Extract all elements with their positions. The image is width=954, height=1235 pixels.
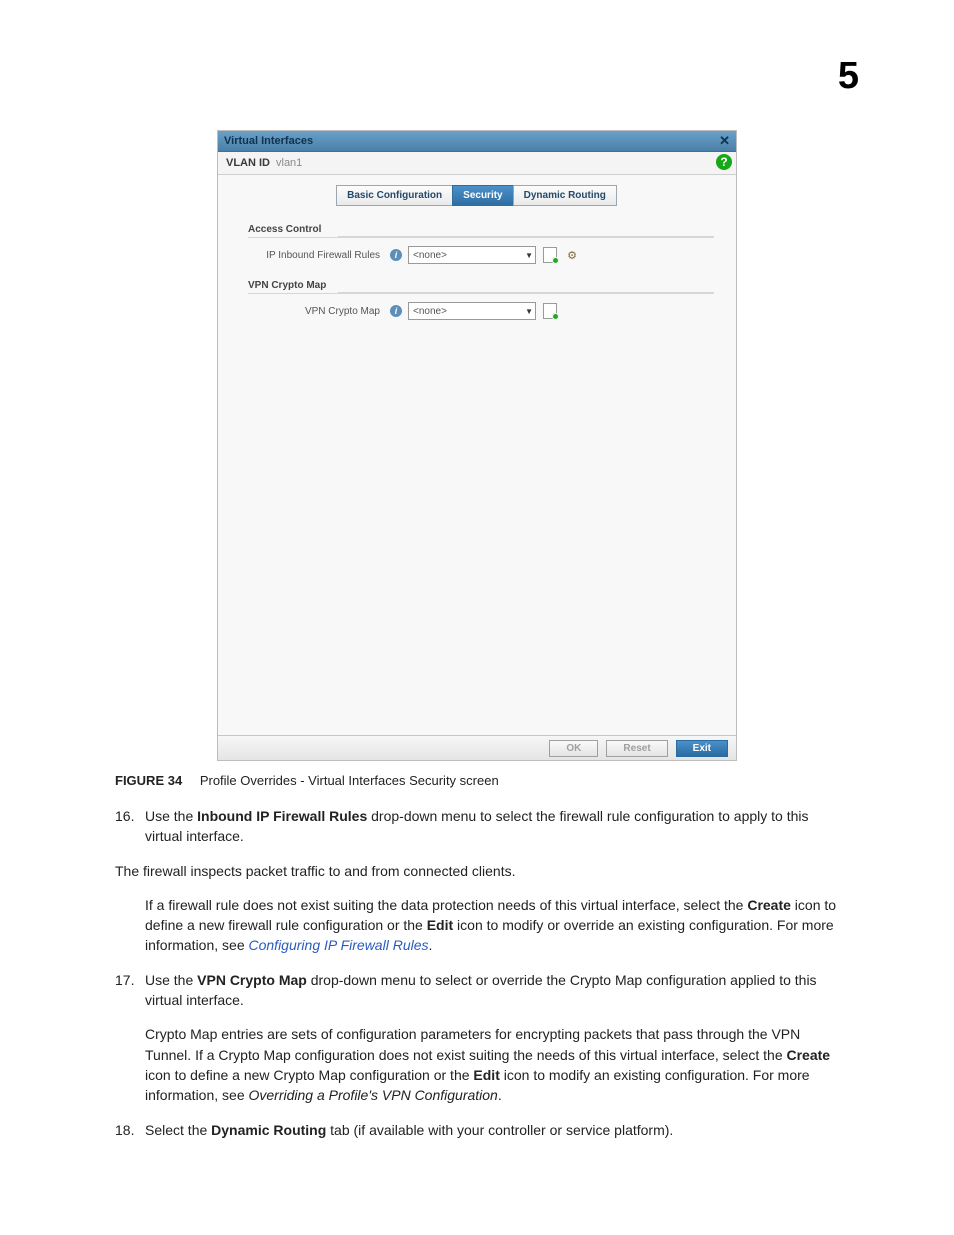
section-vpn-crypto-map: VPN Crypto Map VPN Crypto Map i <none> ▼ [248, 280, 714, 320]
reset-button[interactable]: Reset [606, 740, 667, 757]
vlan-id-label: VLAN ID [226, 157, 270, 169]
step-16-text: Use the Inbound IP Firewall Rules drop-d… [145, 806, 839, 847]
label-ip-inbound-firewall: IP Inbound Firewall Rules [260, 250, 384, 261]
window-titlebar: Virtual Interfaces ✕ [218, 131, 736, 152]
tab-basic-configuration[interactable]: Basic Configuration [336, 185, 453, 206]
tab-dynamic-routing[interactable]: Dynamic Routing [513, 185, 617, 206]
step-number-18: 18. [115, 1120, 145, 1140]
info-icon[interactable]: i [390, 305, 402, 317]
section-access-control: Access Control IP Inbound Firewall Rules… [248, 224, 714, 264]
step-18-text: Select the Dynamic Routing tab (if avail… [145, 1120, 839, 1140]
virtual-interfaces-window: Virtual Interfaces ✕ VLAN ID vlan1 ? Bas… [217, 130, 737, 761]
help-icon[interactable]: ? [716, 154, 732, 170]
window-footer: OK Reset Exit [218, 735, 736, 760]
label-vpn-crypto-map: VPN Crypto Map [260, 306, 384, 317]
chevron-down-icon: ▼ [525, 307, 533, 316]
section-heading-access: Access Control [248, 224, 714, 238]
vpn-crypto-selected: <none> [413, 306, 447, 317]
ok-button[interactable]: OK [549, 740, 598, 757]
create-icon[interactable] [542, 303, 558, 319]
tab-bar: Basic Configuration Security Dynamic Rou… [218, 175, 736, 206]
edit-gear-icon[interactable]: ⚙ [564, 247, 580, 263]
step-17-text: Use the VPN Crypto Map drop-down menu to… [145, 970, 839, 1011]
figure-caption: FIGURE 34 Profile Overrides - Virtual In… [115, 773, 839, 788]
firewall-rules-dropdown[interactable]: <none> ▼ [408, 246, 536, 264]
link-configuring-ip-firewall[interactable]: Configuring IP Firewall Rules [249, 937, 429, 953]
exit-button[interactable]: Exit [676, 740, 728, 757]
close-icon[interactable]: ✕ [719, 133, 730, 149]
step-16-followup: If a firewall rule does not exist suitin… [145, 895, 839, 956]
vlan-id-value: vlan1 [276, 157, 302, 169]
tab-security[interactable]: Security [452, 185, 513, 206]
create-icon[interactable] [542, 247, 558, 263]
step-17-followup: Crypto Map entries are sets of configura… [145, 1024, 839, 1105]
chapter-number: 5 [838, 55, 859, 98]
firewall-inspects-line: The firewall inspects packet traffic to … [115, 861, 839, 881]
firewall-rules-selected: <none> [413, 250, 447, 261]
figure-screenshot: Virtual Interfaces ✕ VLAN ID vlan1 ? Bas… [115, 130, 839, 761]
step-number-16: 16. [115, 806, 145, 847]
vpn-crypto-dropdown[interactable]: <none> ▼ [408, 302, 536, 320]
window-title: Virtual Interfaces [224, 135, 313, 147]
caption-lead: FIGURE 34 [115, 773, 182, 788]
chevron-down-icon: ▼ [525, 251, 533, 260]
step-number-17: 17. [115, 970, 145, 1011]
info-icon[interactable]: i [390, 249, 402, 261]
caption-text: Profile Overrides - Virtual Interfaces S… [200, 773, 499, 788]
window-subheader: VLAN ID vlan1 ? [218, 152, 736, 175]
section-heading-vpn: VPN Crypto Map [248, 280, 714, 294]
